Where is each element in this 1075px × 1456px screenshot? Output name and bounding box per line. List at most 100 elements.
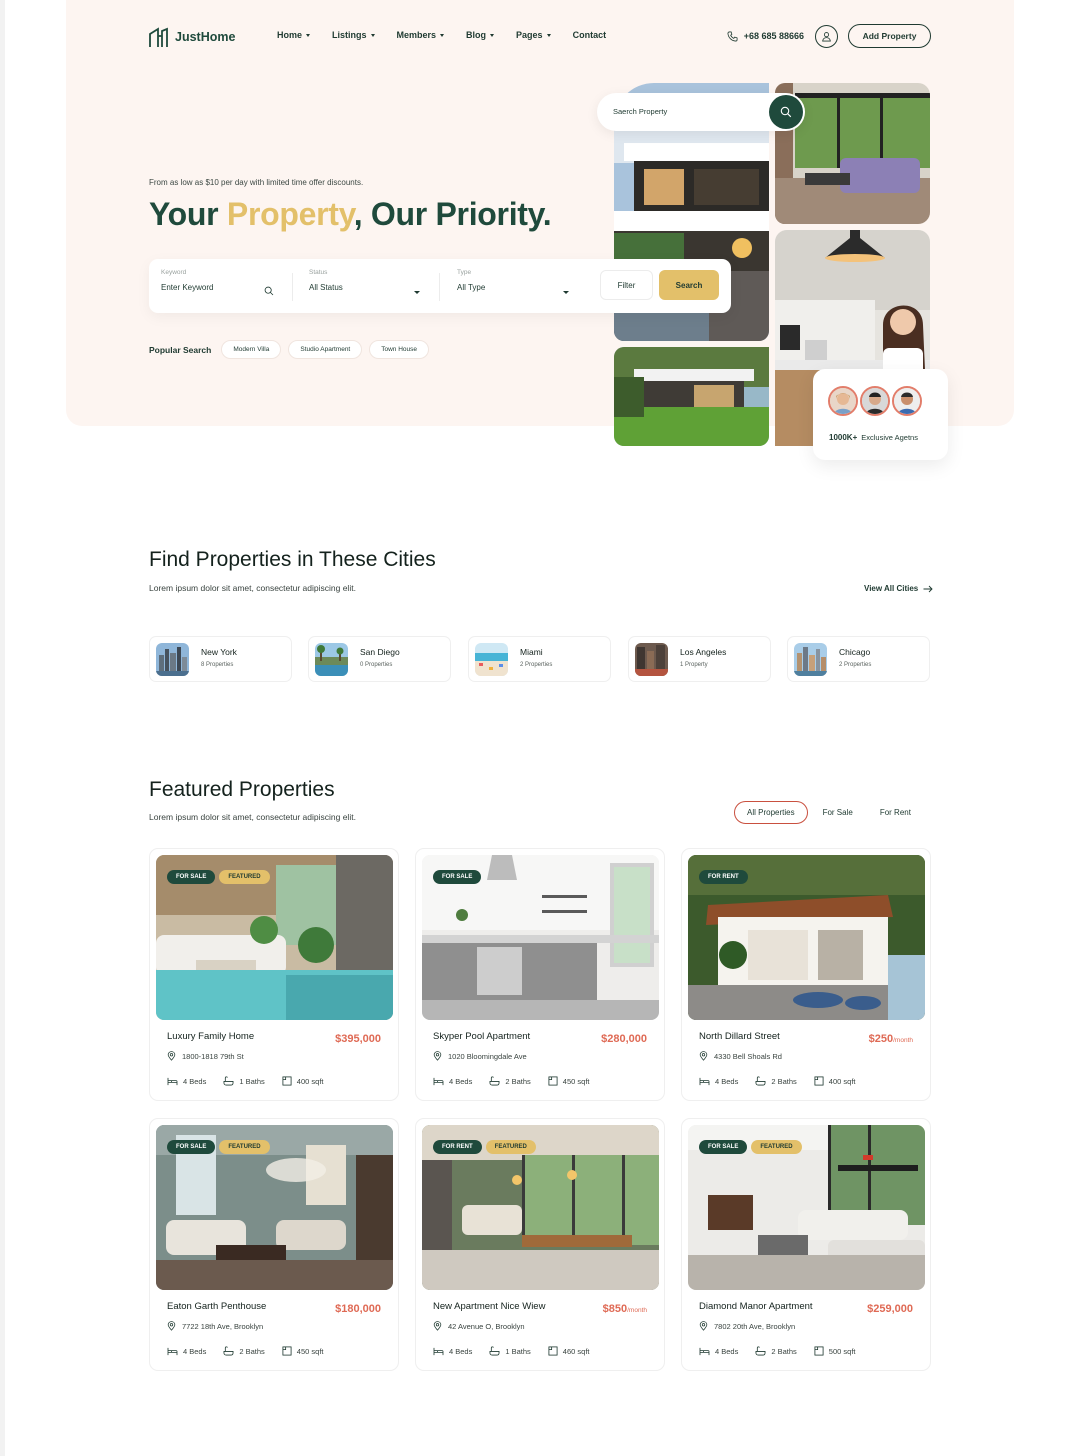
search-property-button[interactable] — [769, 95, 803, 129]
nav-item-label: Home — [277, 30, 303, 40]
property-badges: FOR SALE FEATURED — [699, 1140, 802, 1154]
status-value: All Status — [309, 283, 343, 292]
city-name: Los Angeles — [680, 647, 727, 657]
nav-item-home[interactable]: Home — [277, 30, 311, 40]
type-select[interactable]: Type All Type — [457, 269, 572, 292]
property-search-panel: Keyword Enter Keyword Status All Status … — [149, 259, 731, 313]
popular-tag[interactable]: Studio Apartment — [288, 340, 363, 359]
location-pin-icon — [167, 1321, 176, 1331]
bath-icon — [489, 1076, 500, 1086]
bath-icon — [755, 1076, 766, 1086]
property-card[interactable]: FOR SALE FEATURED Eaton Garth Penthouse … — [149, 1118, 399, 1371]
nav-item-pages[interactable]: Pages — [516, 30, 551, 40]
popular-tag[interactable]: Town House — [369, 340, 430, 359]
tab-for-rent[interactable]: For Rent — [868, 802, 923, 823]
area-feature: 450 sqft — [548, 1076, 590, 1086]
area-size: 450 sqft — [562, 1076, 590, 1086]
view-all-cities-label: View All Cities — [864, 584, 919, 593]
featured-badge: FEATURED — [751, 1140, 802, 1154]
area-feature: 500 sqft — [814, 1346, 855, 1356]
property-title[interactable]: North Dillard Street — [699, 1031, 780, 1042]
phone-link[interactable]: +68 685 88666 — [727, 31, 804, 42]
add-property-button[interactable]: Add Property — [848, 24, 931, 48]
property-title[interactable]: New Apartment Nice Wiew — [433, 1301, 545, 1312]
property-title[interactable]: Eaton Garth Penthouse — [167, 1301, 266, 1312]
popular-search-label: Popular Search — [149, 344, 212, 355]
baths-feature: 1 Baths — [489, 1346, 531, 1356]
city-thumbnail — [156, 643, 189, 676]
tab-all-properties[interactable]: All Properties — [734, 801, 808, 824]
beds-count: 4 Beds — [715, 1346, 739, 1356]
property-address: 4330 Bell Shoals Rd — [699, 1051, 782, 1061]
keyword-search-icon[interactable] — [264, 286, 274, 296]
city-name: Chicago — [839, 647, 871, 657]
search-button[interactable]: Search — [659, 270, 719, 300]
agents-card: 1000K+ Exclusive Agetns — [813, 369, 948, 460]
property-price: $180,000 — [335, 1303, 381, 1315]
beds-feature: 4 Beds — [167, 1077, 206, 1086]
nav-item-members[interactable]: Members — [397, 30, 445, 40]
nav-item-listings[interactable]: Listings — [332, 30, 375, 40]
nav-item-contact[interactable]: Contact — [573, 30, 607, 40]
nav-item-label: Members — [396, 30, 437, 40]
keyword-label: Keyword — [161, 269, 187, 276]
status-select[interactable]: Status All Status — [309, 269, 424, 292]
area-size: 450 sqft — [296, 1346, 324, 1356]
keyword-field[interactable]: Keyword Enter Keyword — [161, 269, 276, 292]
property-image[interactable]: FOR SALE FEATURED — [688, 1125, 925, 1290]
account-button[interactable] — [815, 24, 838, 48]
city-card-miami[interactable]: Miami 2 Properties — [468, 636, 611, 682]
property-card[interactable]: FOR SALE FEATURED Diamond Manor Apartmen… — [681, 1118, 931, 1371]
popular-tag[interactable]: Modern Villa — [221, 340, 282, 359]
property-title[interactable]: Diamond Manor Apartment — [699, 1301, 813, 1312]
beds-count: 4 Beds — [715, 1076, 739, 1086]
beds-count: 4 Beds — [183, 1076, 207, 1086]
city-card-san-diego[interactable]: San Diego 0 Properties — [308, 636, 451, 682]
filter-button[interactable]: Filter — [600, 270, 653, 300]
baths-count: 2 Baths — [771, 1346, 797, 1356]
property-price: $259,000 — [867, 1303, 913, 1315]
agents-label: Exclusive Agetns — [861, 433, 918, 442]
agent-avatars — [828, 386, 922, 416]
property-card[interactable]: FOR SALE FEATURED Luxury Family Home $39… — [149, 848, 399, 1101]
navbar: JustHome Home Listings Members Blog Pages Con… — [149, 24, 931, 50]
property-image[interactable]: FOR RENT FEATURED — [422, 1125, 659, 1290]
baths-feature: 2 Baths — [755, 1346, 797, 1356]
property-title[interactable]: Luxury Family Home — [167, 1031, 254, 1042]
property-image[interactable]: FOR SALE FEATURED — [156, 1125, 393, 1290]
property-card[interactable]: FOR RENT North Dillard Street $250/month… — [681, 848, 931, 1101]
property-title[interactable]: Skyper Pool Apartment — [433, 1031, 530, 1042]
brand-name: JustHome — [175, 30, 236, 44]
beds-feature: 4 Beds — [699, 1077, 738, 1086]
beds-feature: 4 Beds — [433, 1077, 472, 1086]
property-image[interactable]: FOR SALE FEATURED — [156, 855, 393, 1020]
city-count: 8 Properties — [201, 662, 234, 668]
nav-item-blog[interactable]: Blog — [466, 30, 495, 40]
property-card[interactable]: FOR SALE Skyper Pool Apartment $280,000 … — [415, 848, 665, 1101]
property-image[interactable]: FOR SALE — [422, 855, 659, 1020]
cities-title: Find Properties in These Cities — [149, 548, 436, 571]
property-price: $250/month — [869, 1033, 913, 1045]
featured-title: Featured Properties — [149, 778, 335, 801]
city-card-chicago[interactable]: Chicago 2 Properties — [787, 636, 930, 682]
tab-for-sale[interactable]: For Sale — [811, 802, 865, 823]
property-image[interactable]: FOR RENT — [688, 855, 925, 1020]
status-label: Status — [309, 269, 328, 276]
keyword-input[interactable]: Enter Keyword — [161, 283, 276, 292]
price-unit: /month — [893, 1037, 913, 1044]
city-card-new-york[interactable]: New York 8 Properties — [149, 636, 292, 682]
address-text: 42 Avenue O, Brooklyn — [448, 1321, 525, 1331]
property-card[interactable]: FOR RENT FEATURED New Apartment Nice Wie… — [415, 1118, 665, 1371]
location-pin-icon — [433, 1051, 442, 1061]
search-property-field[interactable]: Saerch Property — [597, 93, 805, 131]
logo[interactable]: JustHome — [149, 26, 236, 48]
area-size: 460 sqft — [562, 1346, 590, 1356]
avatar — [892, 386, 922, 416]
baths-feature: 2 Baths — [755, 1076, 797, 1086]
beds-count: 4 Beds — [449, 1076, 473, 1086]
view-all-cities-link[interactable]: View All Cities — [864, 584, 933, 593]
area-icon — [548, 1076, 558, 1086]
hero-title-part2: , Our Priority. — [353, 196, 552, 232]
property-badges: FOR RENT — [699, 870, 748, 884]
city-card-los-angeles[interactable]: Los Angeles 1 Property — [628, 636, 771, 682]
